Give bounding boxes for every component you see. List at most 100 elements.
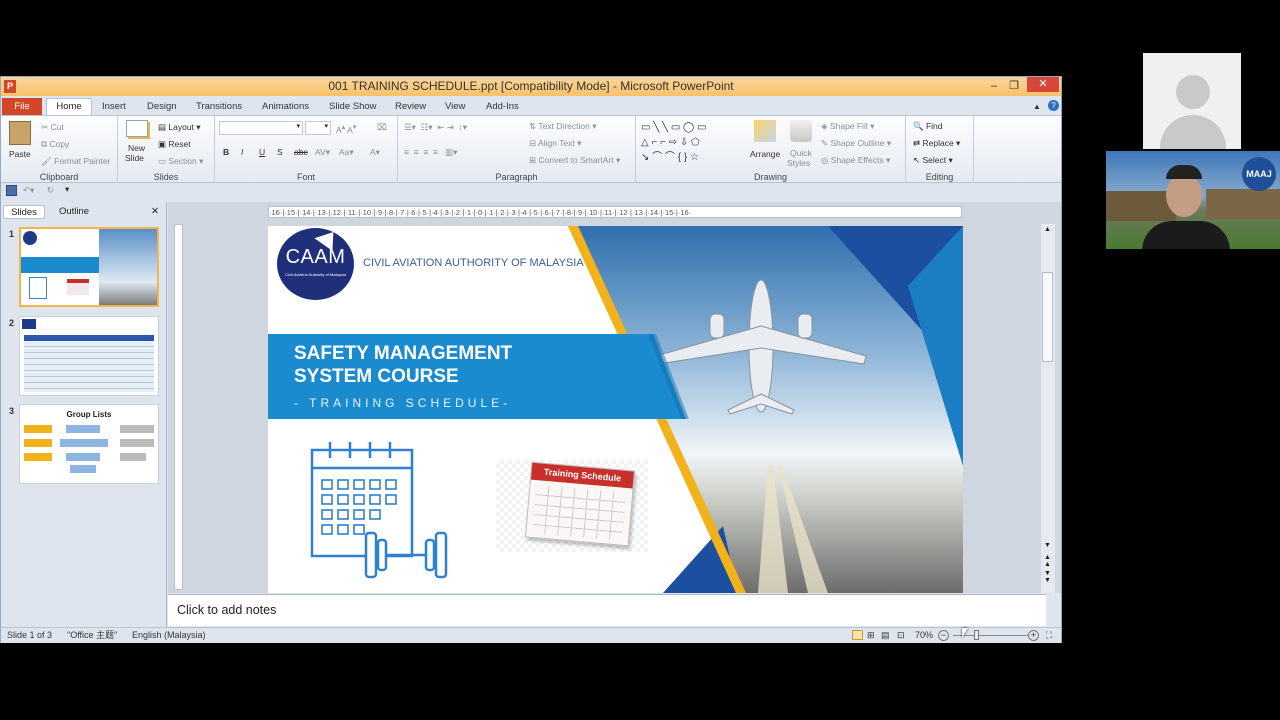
tab-insert[interactable]: Insert	[102, 99, 126, 115]
thumb-box	[120, 439, 154, 447]
slide-counter: Slide 1 of 3	[7, 630, 53, 640]
save-icon[interactable]	[6, 185, 17, 196]
fit-to-window-icon[interactable]: ⛶	[1046, 628, 1052, 643]
clear-format-icon[interactable]: ⌧	[377, 122, 387, 133]
tab-slide-show[interactable]: Slide Show	[329, 99, 377, 115]
drawing-group: ▭ ╲ ╲ ▭ ◯ ▭ △ ⌐ ⌐ ⇨ ⇩ ⬠ ↘ ⌒ ⌒ { } ☆ Arrang…	[636, 116, 906, 183]
layout-icon: ▤	[158, 122, 167, 133]
next-slide-icon[interactable]: ▼ ▼	[1044, 570, 1051, 584]
layout-button[interactable]: ▤ Layout ▾	[158, 122, 201, 133]
replace-button[interactable]: ⇄ Replace ▾	[913, 138, 960, 149]
arrange-button[interactable]: Arrange	[750, 149, 780, 159]
tab-transitions[interactable]: Transitions	[196, 99, 242, 115]
change-case-icon[interactable]: Aa▾	[339, 147, 354, 158]
organization-name: CIVIL AVIATION AUTHORITY OF MALAYSIA	[363, 257, 584, 269]
thumb-title: Group Lists	[66, 410, 112, 419]
reset-button[interactable]: ▣ Reset	[158, 139, 191, 150]
quick-styles-label-1[interactable]: Quick	[790, 148, 812, 158]
zoom-slider-thumb[interactable]	[974, 630, 979, 640]
font-color-icon[interactable]: A▾	[370, 147, 380, 158]
tab-home[interactable]: Home	[46, 98, 92, 115]
minimize-ribbon-icon[interactable]: ▲	[1033, 99, 1041, 115]
normal-view-icon[interactable]	[852, 630, 863, 640]
scrollbar-thumb[interactable]	[1042, 272, 1053, 362]
slide-canvas[interactable]: CAAM Civil Aviation Authority of Malaysi…	[268, 226, 963, 593]
quick-styles-icon[interactable]	[790, 120, 812, 142]
copy-button[interactable]: ⧉ Copy	[41, 139, 69, 150]
thumb-calendar-icon	[29, 277, 47, 299]
close-icon[interactable]: ✕	[1027, 77, 1059, 92]
undo-icon[interactable]: ↶▾	[23, 185, 34, 196]
new-slide-label-1[interactable]: New	[128, 143, 145, 153]
font-name-select[interactable]: ▾	[219, 121, 303, 135]
tab-outline[interactable]: Outline	[49, 205, 99, 219]
bold-icon[interactable]: B	[223, 147, 229, 157]
help-icon[interactable]: ?	[1048, 100, 1059, 111]
align-text-button[interactable]: ⊟ Align Text ▾	[529, 138, 581, 149]
bullets-icon[interactable]: ☰▾ ☷▾ ⇤ ⇥ ↕▾	[404, 122, 467, 133]
scroll-down-icon[interactable]: ▼	[1044, 542, 1051, 549]
char-spacing-icon[interactable]: AV▾	[315, 147, 330, 158]
redo-icon[interactable]: ↻	[47, 185, 54, 196]
quick-styles-label-2[interactable]: Styles	[787, 158, 810, 168]
shapes-gallery[interactable]: ▭ ╲ ╲ ▭ ◯ ▭ △ ⌐ ⌐ ⇨ ⇩ ⬠ ↘ ⌒ ⌒ { } ☆	[641, 120, 741, 166]
find-button[interactable]: 🔍 Find	[913, 121, 943, 132]
shape-outline-button[interactable]: ✎ Shape Outline ▾	[821, 138, 891, 149]
participant-tile-avatar[interactable]	[1143, 53, 1241, 149]
align-text-label: Align Text	[538, 138, 575, 148]
close-panel-icon[interactable]: ✕	[149, 205, 161, 219]
scroll-up-icon[interactable]: ▲	[1044, 226, 1051, 233]
avatar-head-icon	[1176, 75, 1210, 109]
powerpoint-app-icon[interactable]: P	[4, 80, 16, 93]
language-indicator[interactable]: English (Malaysia)	[132, 628, 206, 643]
select-button[interactable]: ↖ Select ▾	[913, 155, 953, 166]
previous-slide-icon[interactable]: ▲ ▲	[1044, 554, 1051, 568]
arrange-icon[interactable]	[754, 120, 776, 142]
shape-effects-button[interactable]: ◎ Shape Effects ▾	[821, 155, 890, 166]
tab-view[interactable]: View	[445, 99, 465, 115]
tab-review[interactable]: Review	[395, 99, 426, 115]
thumb-box	[24, 439, 52, 447]
zoom-level[interactable]: 70%	[915, 628, 933, 643]
convert-smartart-button[interactable]: ⊞ Convert to SmartArt ▾	[529, 155, 620, 166]
restore-icon[interactable]: ❐	[1007, 77, 1021, 95]
shape-fill-button[interactable]: ◈ Shape Fill ▾	[821, 121, 874, 132]
format-painter-button[interactable]: 🖌 Format Painter	[41, 156, 110, 167]
slide-thumbnail-3[interactable]: Group Lists	[19, 404, 159, 484]
tab-file[interactable]: File	[2, 98, 42, 115]
slide-thumbnail-1[interactable]	[19, 227, 159, 307]
customize-qat-icon[interactable]: ▾	[65, 184, 69, 195]
minimize-icon[interactable]: –	[987, 77, 1001, 95]
grow-font-icon[interactable]: A▴ A▾	[336, 122, 356, 135]
zoom-out-icon[interactable]: −	[938, 630, 949, 641]
vertical-scrollbar[interactable]: ▲ ▼ ▲ ▲ ▼ ▼	[1041, 224, 1055, 593]
font-size-select[interactable]: ▾	[305, 121, 331, 135]
new-slide-label-2[interactable]: Slide	[125, 153, 144, 163]
theme-name[interactable]: "Office 主题"	[67, 628, 117, 643]
tab-add-ins[interactable]: Add-Ins	[486, 99, 519, 115]
italic-icon[interactable]: I	[241, 147, 243, 157]
shadow-icon[interactable]: S	[277, 147, 283, 157]
new-slide-icon[interactable]	[126, 120, 148, 137]
reading-view-icon[interactable]: ▤	[881, 628, 890, 643]
text-direction-button[interactable]: ⇅ Text Direction ▾	[529, 121, 596, 132]
strikethrough-icon[interactable]: abc	[294, 147, 308, 157]
slide-thumbnail-2[interactable]	[19, 316, 159, 396]
building-shape	[1206, 189, 1280, 219]
underline-icon[interactable]: U	[259, 147, 265, 157]
cut-button[interactable]: ✂ Cut	[41, 122, 64, 133]
slideshow-view-icon[interactable]: ⊡	[897, 628, 905, 643]
section-button[interactable]: ▭ Section ▾	[158, 156, 203, 167]
align-icons[interactable]: ≡ ≡ ≡ ≡ ▥▾	[404, 147, 457, 158]
participant-tile-video[interactable]: MAAJ	[1106, 151, 1280, 249]
paste-icon[interactable]	[9, 121, 31, 145]
zoom-in-icon[interactable]: +	[1028, 630, 1039, 641]
thumb-number: 2	[9, 318, 15, 328]
tab-slides[interactable]: Slides	[3, 205, 45, 219]
notes-pane[interactable]: Click to add notes	[168, 594, 1046, 626]
tab-animations[interactable]: Animations	[262, 99, 309, 115]
thumb-box	[60, 439, 108, 447]
tab-design[interactable]: Design	[147, 99, 177, 115]
slide-sorter-icon[interactable]: ⊞	[867, 628, 875, 643]
paste-button[interactable]: Paste	[9, 149, 31, 159]
